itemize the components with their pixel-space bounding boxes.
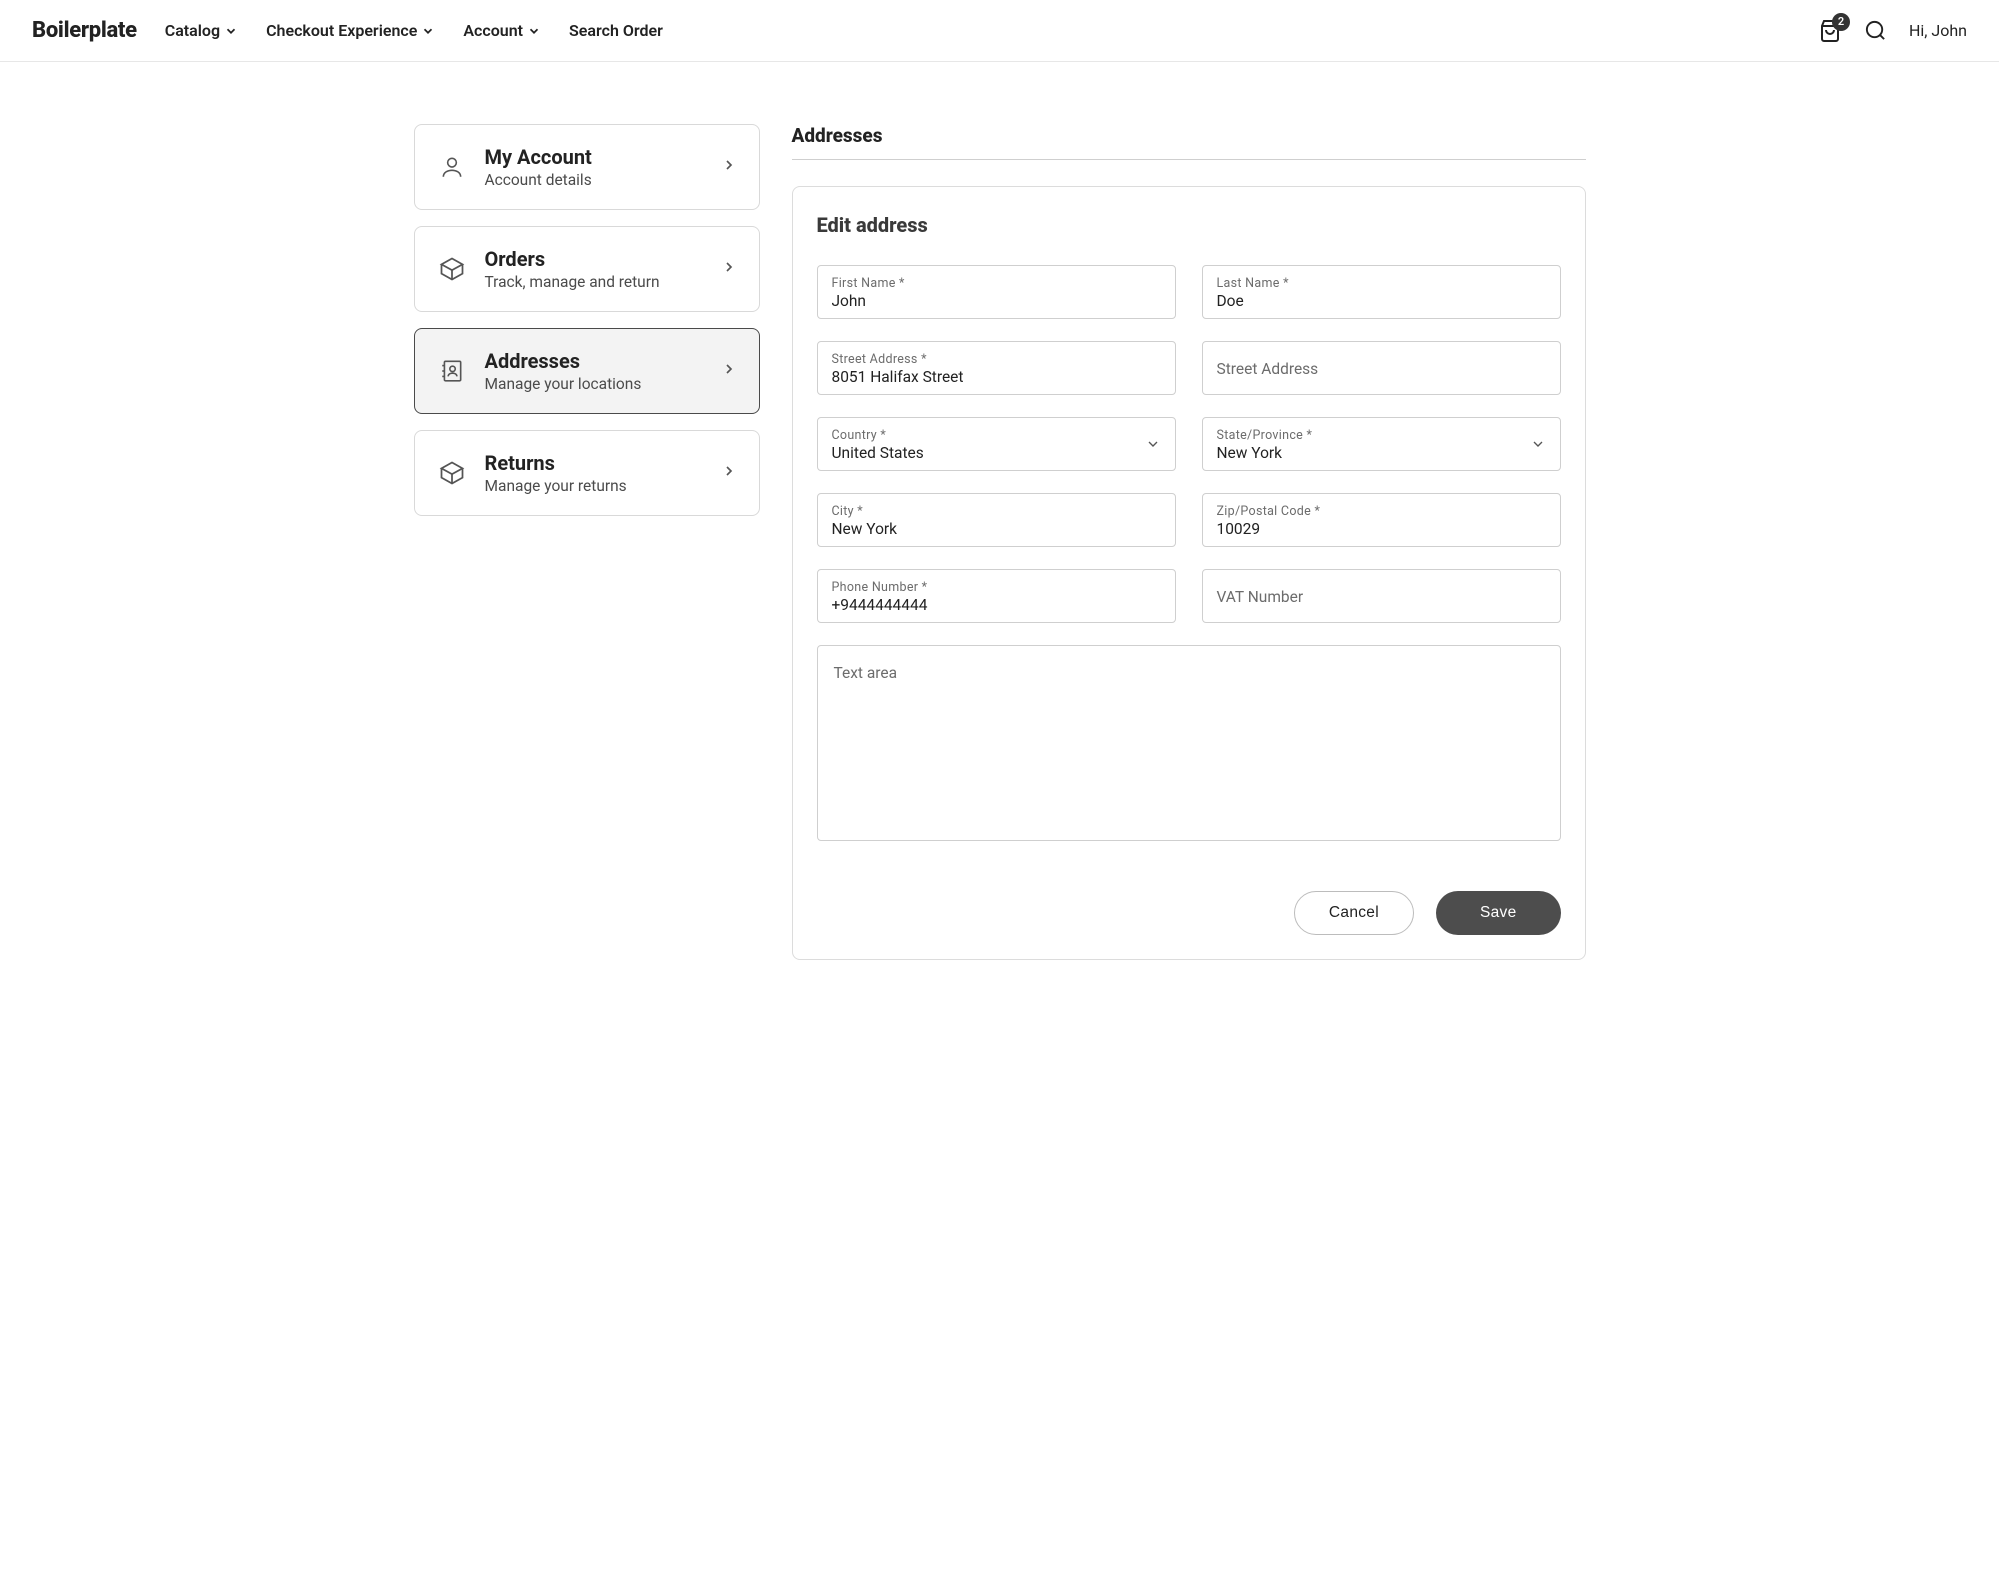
sidebar-item-addresses[interactable]: Addresses Manage your locations	[414, 328, 760, 414]
first-name-input[interactable]	[832, 292, 1161, 310]
sidebar-item-sub: Manage your locations	[485, 375, 703, 393]
nav-account-label: Account	[463, 21, 523, 40]
field-placeholder: Street Address	[1217, 360, 1546, 378]
field-placeholder: VAT Number	[1217, 588, 1546, 606]
first-name-field[interactable]: First Name *	[817, 265, 1176, 319]
nav-checkout-label: Checkout Experience	[266, 21, 417, 40]
last-name-field[interactable]: Last Name *	[1202, 265, 1561, 319]
street-address-1-field[interactable]: Street Address *	[817, 341, 1176, 395]
box-icon	[438, 255, 466, 283]
chevron-right-icon	[721, 463, 737, 479]
header-right: 2 Hi, John	[1818, 19, 1967, 43]
sidebar-item-label: Addresses	[485, 349, 703, 373]
phone-input[interactable]	[832, 596, 1161, 614]
chevron-down-icon	[421, 24, 435, 38]
chevron-right-icon	[721, 361, 737, 377]
sidebar-item-my-account[interactable]: My Account Account details	[414, 124, 760, 210]
sidebar-item-sub: Track, manage and return	[485, 273, 703, 291]
sidebar: My Account Account details Orders Track,…	[414, 124, 760, 960]
field-label: Phone Number *	[832, 580, 1161, 595]
city-field[interactable]: City *	[817, 493, 1176, 547]
state-value: New York	[1217, 444, 1546, 462]
sidebar-item-sub: Account details	[485, 171, 703, 189]
top-nav: Catalog Checkout Experience Account Sear…	[165, 21, 1818, 40]
nav-search-order[interactable]: Search Order	[569, 21, 663, 40]
country-value: United States	[832, 444, 1161, 462]
search-icon	[1864, 19, 1887, 42]
zip-input[interactable]	[1217, 520, 1546, 538]
sidebar-item-label: Orders	[485, 247, 703, 271]
chevron-right-icon	[721, 157, 737, 173]
field-label: Zip/Postal Code *	[1217, 504, 1546, 519]
nav-catalog[interactable]: Catalog	[165, 21, 238, 40]
phone-field[interactable]: Phone Number *	[817, 569, 1176, 623]
main: My Account Account details Orders Track,…	[382, 62, 1618, 1000]
box-icon	[438, 459, 466, 487]
nav-account[interactable]: Account	[463, 21, 541, 40]
chevron-down-icon	[1145, 436, 1161, 452]
nav-checkout-experience[interactable]: Checkout Experience	[266, 21, 435, 40]
field-label: Last Name *	[1217, 276, 1546, 291]
sidebar-item-label: Returns	[485, 451, 703, 475]
edit-address-card: Edit address First Name * Last Name * St…	[792, 186, 1586, 960]
chevron-down-icon	[1530, 436, 1546, 452]
vat-field[interactable]: VAT Number	[1202, 569, 1561, 623]
cart-button[interactable]: 2	[1818, 19, 1842, 43]
street-address-1-input[interactable]	[832, 368, 1161, 386]
content: Addresses Edit address First Name * Last…	[792, 124, 1586, 960]
chevron-down-icon	[224, 24, 238, 38]
logo[interactable]: Boilerplate	[32, 18, 137, 43]
last-name-input[interactable]	[1217, 292, 1546, 310]
sidebar-item-returns[interactable]: Returns Manage your returns	[414, 430, 760, 516]
greeting[interactable]: Hi, John	[1909, 21, 1967, 40]
sidebar-item-label: My Account	[485, 145, 703, 169]
sidebar-item-sub: Manage your returns	[485, 477, 703, 495]
city-input[interactable]	[832, 520, 1161, 538]
cancel-button[interactable]: Cancel	[1294, 891, 1414, 935]
field-label: Street Address *	[832, 352, 1161, 367]
cart-count-badge: 2	[1832, 13, 1850, 31]
field-label: Country *	[832, 428, 1161, 443]
zip-field[interactable]: Zip/Postal Code *	[1202, 493, 1561, 547]
nav-catalog-label: Catalog	[165, 21, 220, 40]
chevron-down-icon	[527, 24, 541, 38]
street-address-2-field[interactable]: Street Address	[1202, 341, 1561, 395]
page-title: Addresses	[792, 124, 1586, 160]
address-book-icon	[439, 358, 465, 384]
field-label: State/Province *	[1217, 428, 1546, 443]
nav-search-order-label: Search Order	[569, 21, 663, 40]
form-actions: Cancel Save	[817, 891, 1561, 935]
search-button[interactable]	[1864, 19, 1887, 42]
save-button[interactable]: Save	[1436, 891, 1561, 935]
field-label: City *	[832, 504, 1161, 519]
field-placeholder: Text area	[834, 664, 898, 682]
user-icon	[439, 154, 465, 180]
field-label: First Name *	[832, 276, 1161, 291]
country-field[interactable]: Country * United States	[817, 417, 1176, 471]
sidebar-item-orders[interactable]: Orders Track, manage and return	[414, 226, 760, 312]
chevron-right-icon	[721, 259, 737, 275]
header: Boilerplate Catalog Checkout Experience …	[0, 0, 1999, 62]
notes-textarea[interactable]: Text area	[817, 645, 1561, 841]
state-province-field[interactable]: State/Province * New York	[1202, 417, 1561, 471]
card-title: Edit address	[817, 213, 1561, 237]
